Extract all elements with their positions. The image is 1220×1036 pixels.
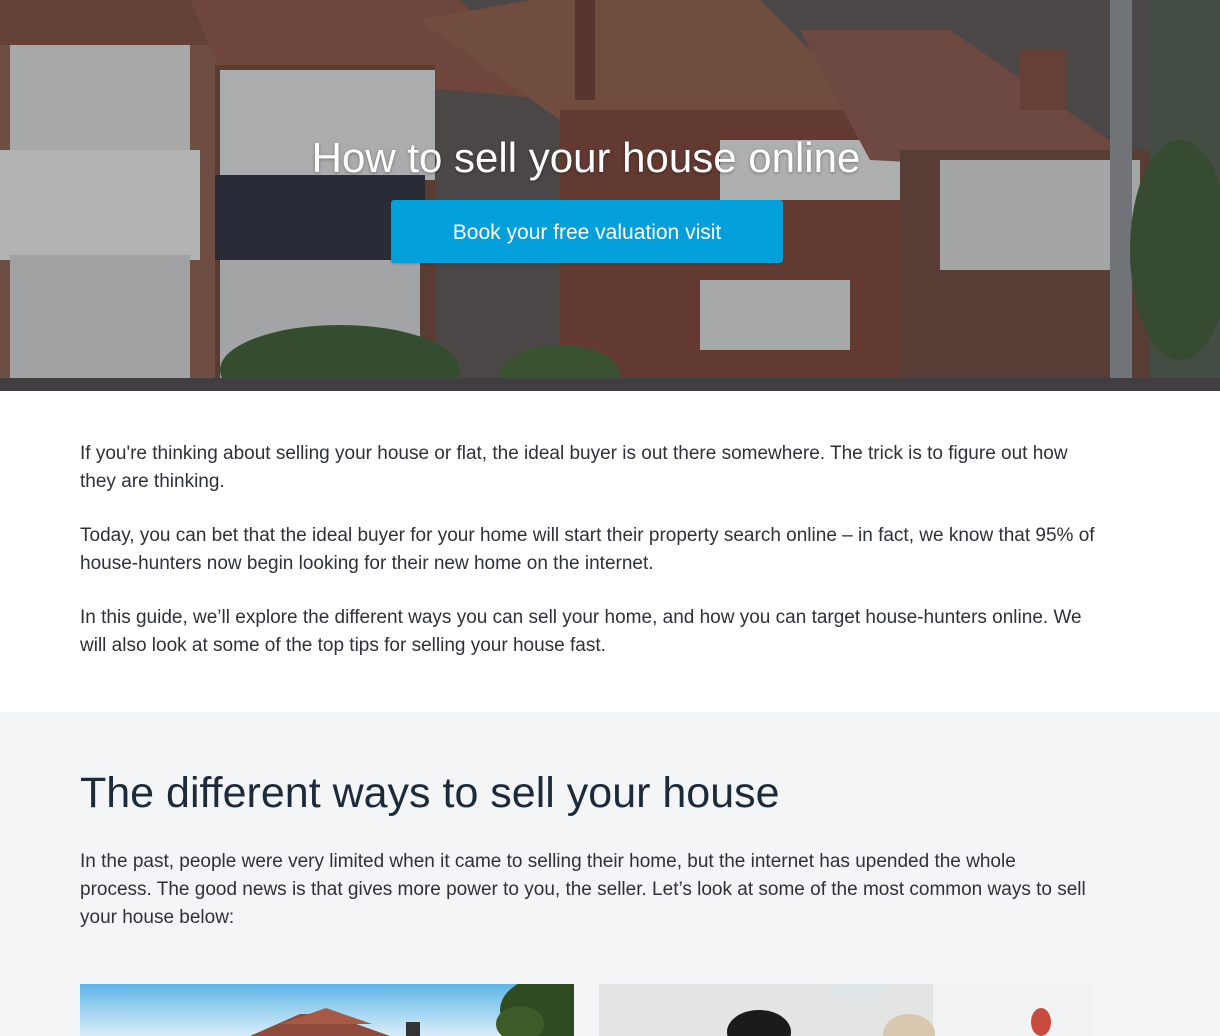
book-valuation-button[interactable]: Book your free valuation visit [391, 200, 783, 263]
intro-section: If you're thinking about selling your ho… [80, 440, 1100, 686]
section-title: The different ways to sell your house [80, 769, 780, 817]
people-card-image[interactable] [599, 984, 1093, 1036]
ways-section: The different ways to sell your house In… [0, 712, 1220, 1036]
hero-banner: How to sell your house online Book your … [0, 0, 1220, 391]
section-text: In the past, people were very limited wh… [80, 851, 1086, 928]
intro-paragraph: If you're thinking about selling your ho… [80, 443, 1068, 492]
house-card-image[interactable] [80, 984, 574, 1036]
intro-paragraph: Today, you can bet that the ideal buyer … [80, 525, 1095, 574]
page-title: How to sell your house online [311, 134, 861, 182]
intro-paragraph: In this guide, we’ll explore the differe… [80, 607, 1082, 656]
house-exterior-image [250, 984, 574, 1036]
people-image [599, 984, 1093, 1036]
hero-overlay [0, 0, 1220, 391]
